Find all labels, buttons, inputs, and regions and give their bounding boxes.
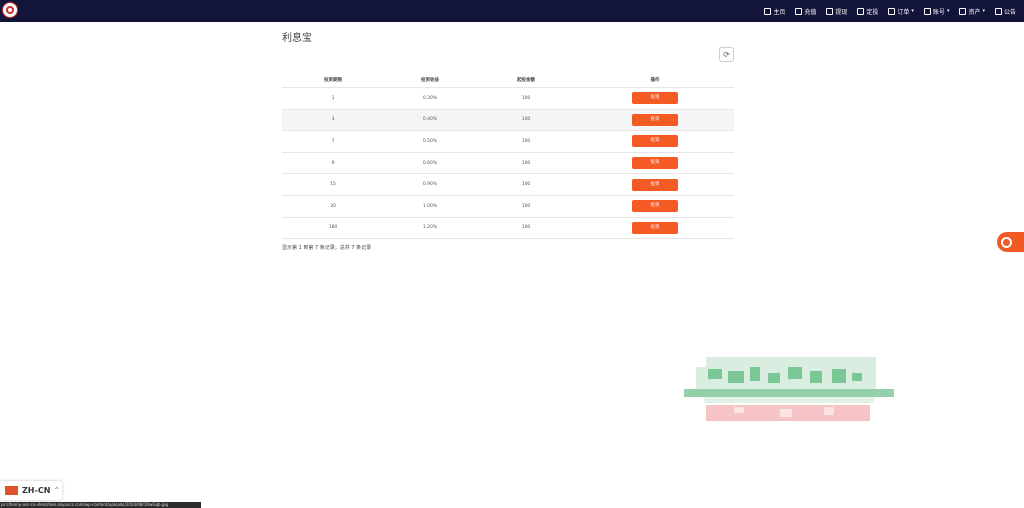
brand-logo[interactable] xyxy=(2,2,18,18)
nav-item-6[interactable]: 资产 ▾ xyxy=(959,7,985,16)
withdraw-icon xyxy=(826,7,834,15)
refresh-button[interactable]: ⟳ xyxy=(719,47,734,62)
cell-action: 投资 xyxy=(576,151,734,174)
invest-button[interactable]: 投资 xyxy=(632,178,678,191)
refresh-icon: ⟳ xyxy=(723,50,730,59)
cell-min-amount: 100 xyxy=(476,151,576,174)
header-term: 投资期限 xyxy=(324,77,342,83)
cell-rate: 1.20% xyxy=(384,216,476,240)
customer-service-button[interactable] xyxy=(997,232,1024,252)
cell-term: 7 xyxy=(282,130,384,153)
nav-item-label: 资产 xyxy=(968,8,981,16)
chevron-up-icon: ^ xyxy=(54,487,60,494)
table-row: 9 0.60% 100 投资 xyxy=(282,151,734,174)
cell-action: 投资 xyxy=(576,130,734,153)
cell-min-amount: 100 xyxy=(476,87,576,110)
table-row: 7 0.50% 100 投资 xyxy=(282,130,734,153)
cell-action: 投资 xyxy=(576,108,734,131)
nav-item-3[interactable]: 定投 xyxy=(857,7,878,16)
table-row: 3 0.40% 100 投资 xyxy=(282,108,734,131)
nav-item-label: 订单 xyxy=(897,8,910,16)
nav-item-label: 充值 xyxy=(804,8,817,16)
language-switcher[interactable]: ZH-CN ^ xyxy=(0,481,62,500)
cell-term: 30 xyxy=(282,194,384,218)
header-min-amount: 起投金额 xyxy=(517,77,535,83)
asset-icon xyxy=(959,7,967,15)
main-nav: 主页 充值 提现 定投 订单 ▾ 账号 ▾ 资产 ▾ 公告 xyxy=(764,0,1016,22)
nav-item-1[interactable]: 充值 xyxy=(795,7,816,16)
header-rate: 投资收益 xyxy=(421,77,439,83)
table-row: 180 1.20% 100 投资 xyxy=(282,216,734,240)
notice-icon xyxy=(994,7,1002,15)
cell-action: 投资 xyxy=(576,194,734,218)
investment-table: 投资期限 投资收益 起投金额 操作 1 0.30% 100 投资 3 0.40% 100 投资… xyxy=(282,72,734,240)
language-label: ZH-CN xyxy=(22,486,51,495)
table-row: 30 1.00% 100 投资 xyxy=(282,194,734,218)
caret-down-icon: ▾ xyxy=(982,8,985,14)
cell-term: 9 xyxy=(282,151,384,174)
invest-icon xyxy=(857,7,865,15)
cell-action: 投资 xyxy=(576,216,734,240)
caret-down-icon: ▾ xyxy=(911,8,914,14)
cell-action: 投资 xyxy=(576,173,734,196)
table-header-row: 投资期限 投资收益 起投金额 操作 xyxy=(282,72,734,88)
nav-item-label: 公告 xyxy=(1003,8,1016,16)
table-row: 1 0.30% 100 投资 xyxy=(282,87,734,110)
cell-min-amount: 100 xyxy=(476,216,576,240)
nav-item-0[interactable]: 主页 xyxy=(764,7,785,16)
cell-term: 3 xyxy=(282,108,384,131)
nav-item-2[interactable]: 提现 xyxy=(826,7,847,16)
cell-rate: 1.00% xyxy=(384,194,476,218)
nav-item-5[interactable]: 账号 ▾ xyxy=(923,7,950,16)
table-row: 15 0.90% 100 投资 xyxy=(282,173,734,196)
pixelated-image xyxy=(684,357,894,421)
cell-term: 180 xyxy=(282,216,384,240)
caret-down-icon: ▾ xyxy=(946,8,950,14)
nav-item-label: 账号 xyxy=(932,8,945,16)
invest-button[interactable]: 投资 xyxy=(632,221,678,234)
headset-icon xyxy=(1001,236,1012,248)
page-title: 利息宝 xyxy=(282,33,312,44)
cell-term: 15 xyxy=(282,173,384,196)
status-bar-url: ps://tenny-oss-cn-shenzhen.aliyuncs.com/… xyxy=(0,502,201,508)
invest-button[interactable]: 投资 xyxy=(632,200,678,213)
order-icon xyxy=(888,7,896,15)
invest-button[interactable]: 投资 xyxy=(632,113,678,126)
nav-item-7[interactable]: 公告 xyxy=(994,7,1016,16)
header-action: 操作 xyxy=(650,77,660,83)
cell-term: 1 xyxy=(282,87,384,110)
pagination-info: 显示第 1 到第 7 条记录，总共 7 条记录 xyxy=(282,245,372,251)
invest-button[interactable]: 投资 xyxy=(632,92,678,105)
nav-item-4[interactable]: 订单 ▾ xyxy=(888,7,914,16)
nav-item-label: 提现 xyxy=(835,8,848,16)
top-navbar: 主页 充值 提现 定投 订单 ▾ 账号 ▾ 资产 ▾ 公告 xyxy=(0,0,1024,22)
user-icon xyxy=(923,7,931,15)
cell-rate: 0.40% xyxy=(384,108,476,131)
cell-rate: 0.90% xyxy=(384,173,476,196)
invest-button[interactable]: 投资 xyxy=(632,135,678,148)
cell-min-amount: 100 xyxy=(476,194,576,218)
cell-action: 投资 xyxy=(576,87,734,110)
nav-item-label: 定投 xyxy=(866,8,879,16)
nav-item-label: 主页 xyxy=(773,8,786,16)
gear-icon xyxy=(795,7,803,15)
cell-rate: 0.50% xyxy=(384,130,476,153)
cell-min-amount: 100 xyxy=(476,173,576,196)
invest-button[interactable]: 投资 xyxy=(632,157,678,170)
home-icon xyxy=(764,7,772,15)
cell-min-amount: 100 xyxy=(476,108,576,131)
cell-min-amount: 100 xyxy=(476,130,576,153)
cell-rate: 0.30% xyxy=(384,87,476,110)
cell-rate: 0.60% xyxy=(384,151,476,174)
flag-icon xyxy=(5,486,18,495)
